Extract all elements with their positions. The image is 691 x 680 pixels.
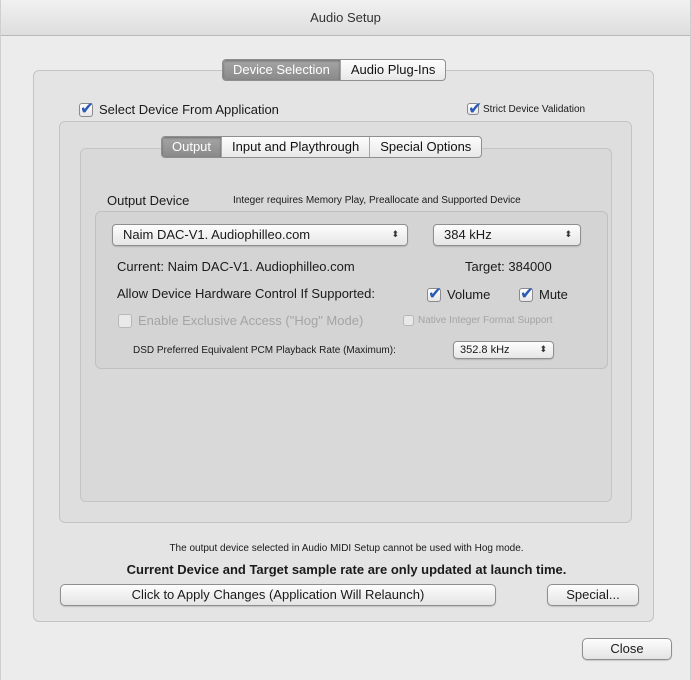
dsd-rate-popup-value: 352.8 kHz — [460, 344, 510, 356]
sample-rate-popup[interactable]: 384 kHz ⬍ — [433, 224, 581, 246]
apply-changes-button[interactable]: Click to Apply Changes (Application Will… — [60, 584, 496, 606]
title-bar: Audio Setup — [1, 0, 690, 36]
tab-audio-plugins[interactable]: Audio Plug-Ins — [341, 60, 446, 80]
strict-validation-label: Strict Device Validation — [483, 103, 586, 115]
exclusive-access-checkbox[interactable] — [118, 313, 132, 328]
special-button[interactable]: Special... — [547, 584, 639, 606]
integer-requirements-note: Integer requires Memory Play, Preallocat… — [233, 195, 521, 206]
window-title: Audio Setup — [310, 10, 381, 25]
dsd-rate-popup[interactable]: 352.8 kHz ⬍ — [453, 341, 554, 359]
mute-checkbox[interactable] — [519, 284, 534, 304]
up-down-arrows-icon: ⬍ — [539, 345, 547, 355]
native-integer-checkbox[interactable] — [403, 315, 414, 326]
launch-time-note: Current Device and Target sample rate ar… — [126, 562, 567, 577]
close-button[interactable]: Close — [582, 638, 672, 660]
up-down-arrows-icon: ⬍ — [391, 230, 399, 240]
main-tab-control: Device Selection Audio Plug-Ins — [222, 59, 447, 81]
select-device-from-app-checkbox[interactable] — [79, 99, 94, 119]
exclusive-access-label: Enable Exclusive Access ("Hog" Mode) — [138, 313, 364, 328]
up-down-arrows-icon: ⬍ — [564, 230, 572, 240]
strict-validation-checkbox[interactable] — [467, 99, 482, 119]
volume-label: Volume — [447, 287, 491, 302]
volume-row: Volume — [427, 284, 491, 304]
output-device-popup[interactable]: Naim DAC-V1. Audiophilleo.com ⬍ — [112, 224, 408, 246]
native-integer-row: Native Integer Format Support — [403, 315, 553, 326]
hw-control-label: Allow Device Hardware Control If Support… — [117, 286, 375, 301]
native-integer-label: Native Integer Format Support — [418, 315, 553, 326]
mute-label: Mute — [539, 287, 568, 302]
volume-checkbox[interactable] — [427, 284, 442, 304]
output-tab-control: Output Input and Playthrough Special Opt… — [161, 136, 483, 158]
select-device-from-app-row: Select Device From Application — [79, 99, 279, 119]
audio-setup-window: Audio Setup Device Selection Audio Plug-… — [0, 0, 691, 680]
tab-input-playthrough[interactable]: Input and Playthrough — [222, 137, 371, 157]
select-device-from-app-label: Select Device From Application — [99, 102, 279, 117]
current-device-label: Current: Naim DAC-V1. Audiophilleo.com — [117, 259, 355, 274]
dsd-rate-label: DSD Preferred Equivalent PCM Playback Ra… — [133, 345, 396, 356]
mute-row: Mute — [519, 284, 568, 304]
output-device-popup-value: Naim DAC-V1. Audiophilleo.com — [123, 227, 311, 242]
strict-validation-row: Strict Device Validation — [467, 99, 586, 119]
tab-output[interactable]: Output — [162, 137, 223, 157]
target-rate-label: Target: 384000 — [465, 259, 552, 274]
exclusive-access-row: Enable Exclusive Access ("Hog" Mode) — [118, 313, 363, 328]
tab-device-selection[interactable]: Device Selection — [223, 60, 341, 80]
sample-rate-popup-value: 384 kHz — [444, 227, 492, 242]
output-device-heading: Output Device — [107, 193, 190, 208]
hog-mode-note: The output device selected in Audio MIDI… — [169, 543, 524, 554]
tab-special-options[interactable]: Special Options — [370, 137, 481, 157]
